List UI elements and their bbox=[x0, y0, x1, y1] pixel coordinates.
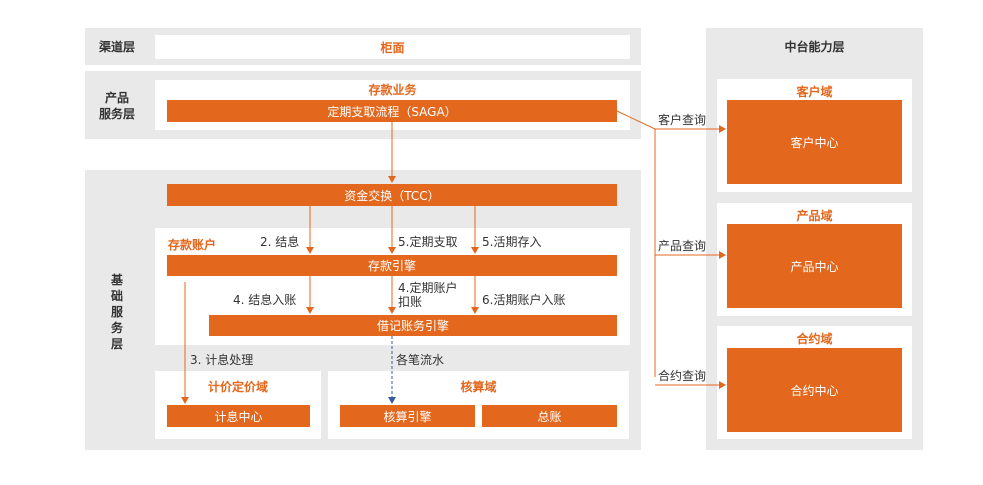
saga-to-middle-connector bbox=[616, 110, 656, 377]
connector-layer bbox=[181, 110, 726, 404]
